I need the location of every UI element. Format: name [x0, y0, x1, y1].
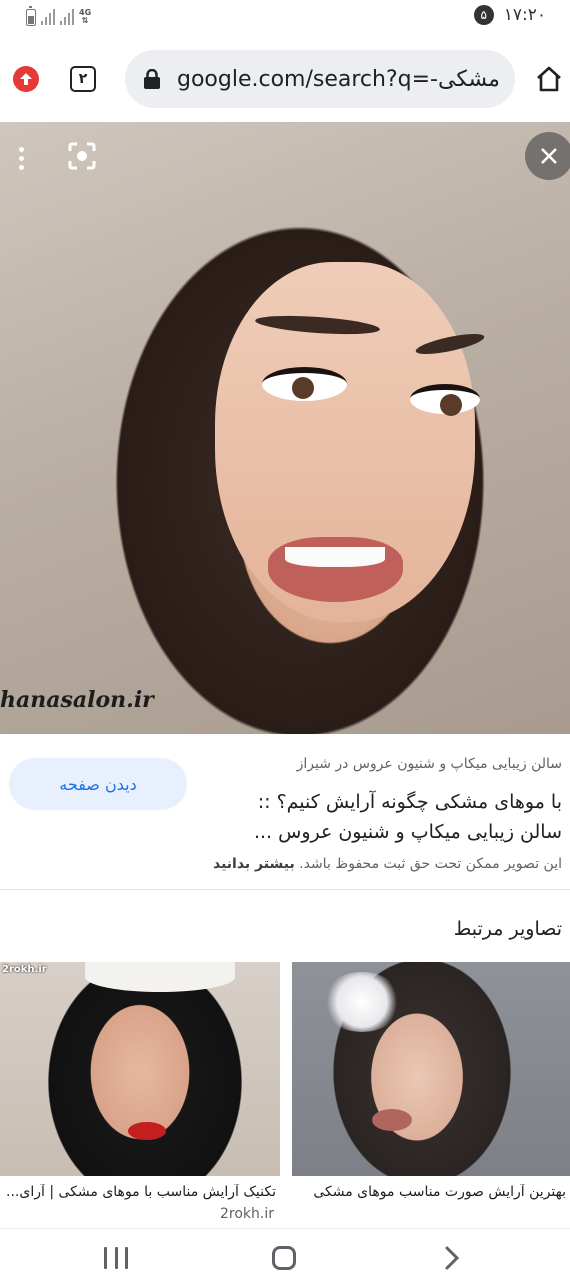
tile-lips: [372, 1109, 412, 1131]
related-image-tile[interactable]: بهترین آرایش صورت مناسب موهای مشکی: [292, 962, 570, 1224]
clock: ۱۷:۲۰: [503, 5, 546, 25]
related-image: [0, 962, 280, 1176]
status-bar: 4G ⇅ ۵ ۱۷:۲۰: [0, 0, 570, 36]
home-icon[interactable]: [534, 64, 564, 94]
visit-page-button[interactable]: دیدن صفحه: [9, 758, 187, 810]
notification-badge: ۵: [473, 5, 494, 25]
close-icon: [541, 148, 557, 164]
related-image-caption: تکنیک آرایش مناسب با موهای مشکی | آرای..…: [6, 1184, 276, 1200]
lens-search-icon[interactable]: [66, 140, 98, 172]
status-icons: 4G ⇅: [26, 5, 92, 28]
navigation-bar: [0, 1228, 570, 1285]
preview-image[interactable]: hanasalon.ir: [0, 122, 570, 734]
tile-lips: [128, 1122, 166, 1140]
data-arrows-icon: ⇅: [81, 16, 89, 25]
related-image-domain: 2rokh.ir: [220, 1206, 274, 1222]
battery-icon: [26, 5, 36, 26]
portrait-eye-right: [410, 384, 480, 416]
signal-icon-2: [60, 9, 74, 25]
lock-icon: [144, 69, 160, 89]
copyright-notice: این تصویر ممکن تحت حق ثبت محفوظ باشد. بی…: [162, 856, 562, 872]
home-nav-icon[interactable]: [272, 1246, 296, 1270]
address-bar[interactable]: google.com/search?q=-مشکی: [125, 50, 515, 108]
related-images-grid: بهترین آرایش صورت مناسب موهای مشکی 2rokh…: [0, 962, 570, 1224]
extension-upload-icon[interactable]: [13, 66, 39, 92]
copyright-text: این تصویر ممکن تحت حق ثبت محفوظ باشد.: [299, 856, 562, 872]
back-chevron-icon[interactable]: [443, 1245, 461, 1271]
signal-icon: [41, 9, 55, 25]
hair-bow: [85, 962, 235, 992]
portrait-teeth: [285, 547, 385, 567]
hair-ornament: [322, 972, 402, 1032]
more-options-icon[interactable]: [8, 140, 34, 176]
tab-switcher-button[interactable]: ۲: [70, 66, 96, 92]
browser-toolbar: ۲ google.com/search?q=-مشکی: [0, 36, 570, 122]
result-title[interactable]: با موهای مشکی چگونه آرایش کنیم؟ :: سالن …: [222, 787, 562, 847]
tile-watermark: 2rokh.ir: [2, 964, 47, 975]
result-info: دیدن صفحه سالن زیبایی میکاپ و شنیون عروس…: [0, 734, 570, 890]
result-source[interactable]: سالن زیبایی میکاپ و شنیون عروس در شیراز: [202, 756, 562, 772]
recent-apps-icon[interactable]: [104, 1247, 128, 1269]
related-image-tile[interactable]: 2rokh.ir تکنیک آرایش مناسب با موهای مشکی…: [0, 962, 280, 1224]
related-images-heading: تصاویر مرتبط: [453, 918, 562, 940]
network-type: 4G ⇅: [79, 8, 92, 25]
learn-more-link[interactable]: بیشتر بدانید: [213, 856, 295, 872]
url-text: google.com/search?q=-مشکی: [177, 66, 500, 92]
portrait-eye-left: [262, 367, 347, 401]
image-watermark: hanasalon.ir: [0, 687, 154, 713]
close-button[interactable]: [525, 132, 570, 180]
related-image-caption: بهترین آرایش صورت مناسب موهای مشکی: [313, 1184, 566, 1200]
